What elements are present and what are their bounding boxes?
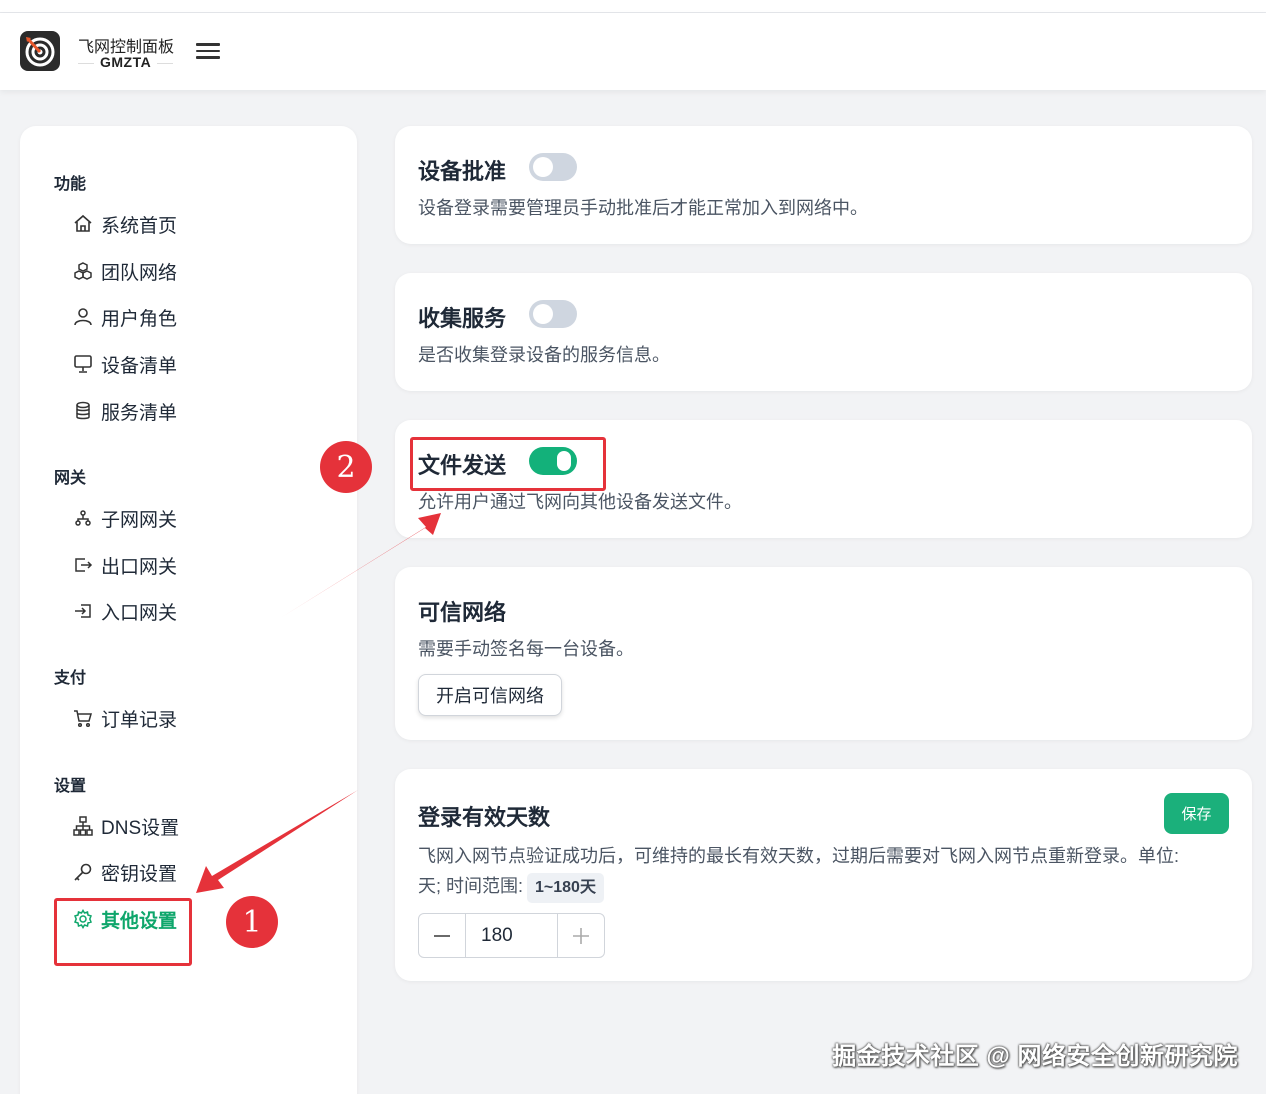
annotation-arrows: [196, 513, 441, 893]
annotation-badge-1: 1: [226, 896, 278, 948]
annotation-badge-2: 2: [320, 441, 372, 493]
watermark: 掘金技术社区 @ 网络安全创新研究院: [832, 1043, 1238, 1070]
